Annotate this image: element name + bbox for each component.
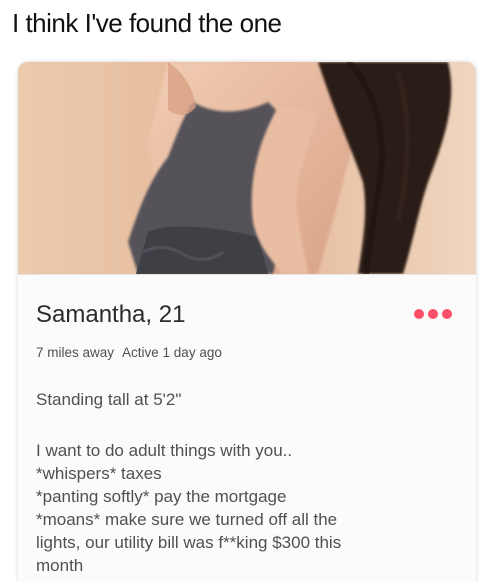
bio-line: month — [36, 556, 84, 575]
profile-photo-image — [18, 62, 476, 274]
bio-line: lights, our utility bill was f**king $30… — [36, 533, 342, 552]
profile-name-age: Samantha, 21 — [36, 301, 186, 328]
profile-meta: 7 miles away Active 1 day ago — [36, 345, 222, 360]
more-dot — [414, 309, 424, 319]
bio-line: I want to do adult things with you.. — [36, 441, 293, 460]
profile-distance: 7 miles away — [36, 345, 115, 360]
profile-photo[interactable] — [18, 62, 476, 274]
profile-headline-text: Standing tall at 5'2" — [36, 390, 182, 409]
profile-activity: Active 1 day ago — [122, 345, 222, 360]
bio-line: *panting softly* pay the mortgage — [36, 487, 287, 506]
more-dot — [428, 309, 438, 319]
post-caption: I think I've found the one — [12, 8, 282, 38]
profile-bio: I want to do adult things with you.. *wh… — [36, 439, 456, 577]
bio-line: *moans* make sure we turned off all the — [36, 510, 338, 529]
more-dot — [442, 309, 452, 319]
profile-info: Samantha, 21 7 miles away Active 1 day ag… — [18, 274, 476, 582]
bio-line: *whispers* taxes — [36, 464, 162, 483]
profile-card[interactable]: Samantha, 21 7 miles away Active 1 day ag… — [18, 62, 476, 582]
more-options-icon[interactable] — [414, 309, 452, 319]
profile-headline: Standing tall at 5'2" — [36, 388, 456, 411]
